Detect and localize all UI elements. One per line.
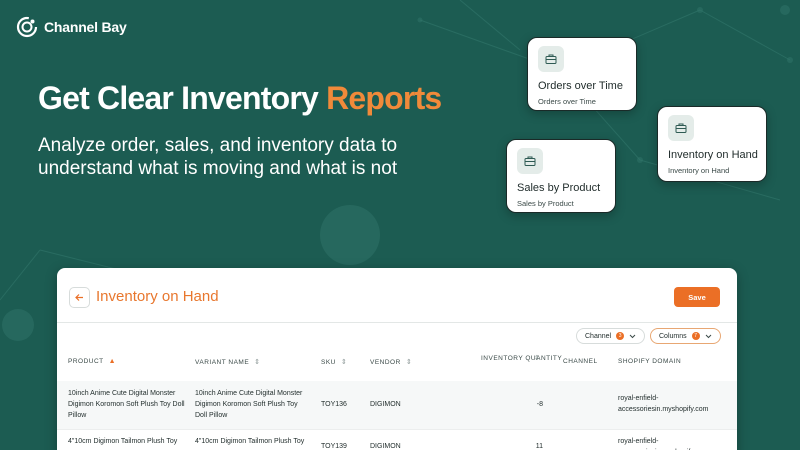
column-header-inventory-quantity[interactable]: INVENTORY QUANTITY ⇕ (481, 354, 562, 363)
hero-title-accent: Reports (326, 80, 442, 116)
arrow-left-icon (75, 294, 83, 301)
column-header-sku[interactable]: SKU ⇕ (321, 358, 348, 367)
briefcase-icon (538, 46, 564, 72)
filter-label: Channel (585, 332, 612, 340)
cell-variant-name: 10inch Anime Cute Digital Monster Digimo… (195, 390, 303, 419)
panel-header: Inventory on Hand Save (57, 268, 737, 323)
cell-sku: TOY136 (321, 401, 347, 408)
back-button[interactable] (69, 287, 90, 308)
cell-inventory-quantity: -8 (536, 401, 543, 408)
cell-vendor: DIGIMON (370, 443, 401, 450)
briefcase-icon (668, 115, 694, 141)
column-header-variant-name[interactable]: VARIANT NAME ⇕ (195, 358, 261, 367)
report-card-title: Inventory on Hand (668, 149, 758, 161)
channel-filter-dropdown[interactable]: Channel 3 (576, 328, 646, 344)
chevron-down-icon (705, 334, 711, 338)
chevron-down-icon (629, 334, 636, 338)
report-card-orders-over-time[interactable]: Orders over Time Orders over Time (527, 37, 637, 111)
page-title: Inventory on Hand (96, 288, 219, 305)
column-header-channel[interactable]: CHANNEL (563, 358, 598, 365)
report-card-subtitle: Orders over Time (538, 97, 596, 106)
sort-ascending-icon: ▲ (108, 358, 117, 365)
brand-name: Channel Bay (44, 19, 127, 35)
table-row[interactable]: 4"10cm Digimon Tailmon Plush Toy 4"10cm … (57, 429, 737, 450)
brand-logo[interactable]: Channel Bay (16, 16, 127, 38)
report-card-subtitle: Sales by Product (517, 199, 574, 208)
hero-title: Get Clear Inventory Reports (38, 80, 442, 117)
cell-product: 4"10cm Digimon Tailmon Plush Toy (68, 438, 178, 445)
hero-subtitle: Analyze order, sales, and inventory data… (38, 135, 398, 179)
briefcase-icon (517, 148, 543, 174)
channel-bay-logo-icon (16, 16, 38, 38)
report-card-subtitle: Inventory on Hand (668, 166, 730, 175)
filter-count-badge: 3 (616, 332, 625, 340)
save-button[interactable]: Save (674, 287, 720, 307)
report-card-title: Orders over Time (538, 80, 623, 92)
column-header-product[interactable]: PRODUCT ▲ (68, 358, 116, 365)
filter-count-badge: 7 (691, 332, 700, 340)
cell-vendor: DIGIMON (370, 401, 401, 408)
cell-shopify-domain: royal-enfield-accessoriesin.myshopify.co… (618, 438, 709, 450)
filter-label: Columns (659, 332, 687, 340)
column-header-shopify-domain[interactable]: SHOPIFY DOMAIN (618, 358, 681, 365)
sort-icon: ⇕ (254, 359, 261, 366)
report-card-inventory-on-hand[interactable]: Inventory on Hand Inventory on Hand (657, 106, 767, 182)
column-header-vendor[interactable]: VENDOR ⇕ (370, 358, 413, 367)
cell-inventory-quantity: 11 (535, 443, 543, 450)
report-card-sales-by-product[interactable]: Sales by Product Sales by Product (506, 139, 616, 213)
cell-variant-name: 4"10cm Digimon Tailmon Plush Toy (195, 438, 305, 445)
inventory-report-panel: Inventory on Hand Save Channel 3 Columns… (57, 268, 737, 450)
sort-icon: ⇕ (340, 359, 348, 366)
cell-shopify-domain: royal-enfield-accessoriesin.myshopify.co… (618, 395, 709, 413)
report-card-title: Sales by Product (517, 182, 601, 194)
columns-filter-dropdown[interactable]: Columns 7 (650, 328, 721, 344)
cell-product: 10inch Anime Cute Digital Monster Digimo… (68, 390, 185, 419)
table-row[interactable]: 10inch Anime Cute Digital Monster Digimo… (57, 381, 737, 429)
sort-icon: ⇕ (405, 359, 413, 366)
hero-title-main: Get Clear Inventory (38, 80, 327, 116)
cell-sku: TOY139 (321, 443, 347, 450)
sort-icon: ⇕ (534, 355, 541, 362)
